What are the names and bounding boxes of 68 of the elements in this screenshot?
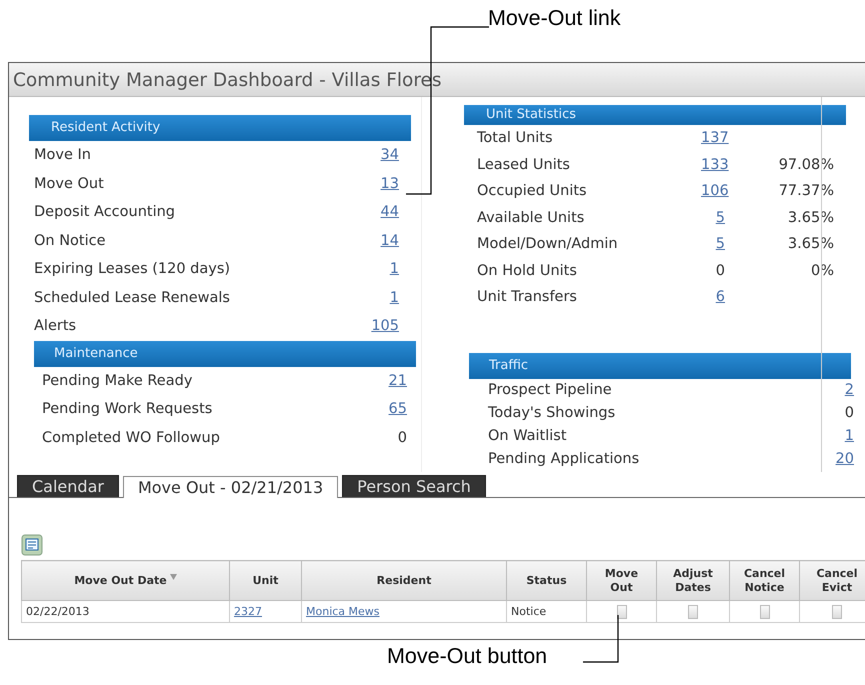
stat-label: Today's Showings (488, 405, 616, 421)
panel-header: Maintenance (34, 340, 416, 366)
count-link[interactable]: 137 (701, 130, 725, 146)
stat-label: Pending Make Ready (42, 372, 194, 389)
count-link[interactable]: 105 (371, 318, 399, 334)
stat-label: Occupied Units (476, 183, 588, 200)
stat-label: Move In (34, 147, 92, 164)
count-link[interactable]: 14 (375, 232, 399, 249)
column-header[interactable]: Adjust Dates (656, 560, 730, 600)
stat-label: Available Units (476, 210, 586, 226)
table-cell: 02/22/2013 (22, 600, 230, 622)
stat-label: Completed WO Followup (42, 430, 221, 446)
sort-icon (170, 574, 177, 580)
percent-value: 97.08% (778, 156, 834, 173)
stat-label: Move Out (34, 176, 105, 192)
column-header[interactable]: Move Out Date (22, 560, 230, 600)
count-link[interactable]: 34 (375, 147, 399, 164)
column-header[interactable]: Cancel Evict (800, 560, 865, 600)
panel-header: Resident Activity (29, 115, 411, 141)
stat-label: On Notice (34, 232, 107, 249)
count-link[interactable]: 20 (830, 451, 854, 467)
stat-label: Total Units (476, 130, 554, 146)
count-link[interactable]: 2 (830, 382, 854, 398)
stat-label: Unit Transfers (476, 289, 578, 306)
column-header[interactable]: Status (506, 560, 586, 600)
count-link[interactable]: 1 (375, 290, 399, 306)
stat-label: Prospect Pipeline (488, 382, 613, 398)
panel-header: Traffic (469, 352, 851, 378)
percent-value: 77.37% (778, 183, 834, 200)
percent-value: 0% (810, 262, 834, 279)
column-header[interactable]: Resident (302, 560, 506, 600)
row-action-button[interactable] (616, 604, 626, 618)
spreadsheet-icon[interactable] (21, 534, 43, 556)
stat-label: Deposit Accounting (34, 204, 176, 220)
column-header[interactable]: Cancel Notice (730, 560, 800, 600)
count-value: 0 (396, 430, 407, 446)
stat-label: Leased Units (476, 156, 571, 173)
percent-value: 3.65% (788, 210, 834, 226)
table-cell: Notice (506, 600, 586, 622)
stat-label: Pending Applications (488, 451, 640, 467)
count-value: 0 (714, 262, 725, 279)
stat-label: Expiring Leases (120 days) (34, 261, 232, 278)
percent-value: 3.65% (788, 236, 834, 252)
stat-label: Model/Down/Admin (476, 236, 619, 252)
tab[interactable]: Person Search (342, 475, 486, 497)
stat-label: On Waitlist (488, 428, 568, 444)
tab[interactable]: Move Out - 02/21/2013 (122, 476, 338, 498)
tab[interactable]: Calendar (17, 475, 119, 497)
count-link[interactable]: 5 (701, 236, 725, 252)
count-link[interactable]: 44 (375, 204, 399, 220)
panel-header: Unit Statistics (464, 105, 846, 125)
count-value: 0 (844, 405, 854, 421)
count-link[interactable]: 1 (375, 261, 399, 278)
stat-label: Alerts (34, 318, 78, 334)
count-link[interactable]: 5 (701, 210, 725, 226)
count-link[interactable]: 6 (701, 289, 725, 306)
count-link[interactable]: 133 (701, 156, 725, 173)
count-link[interactable]: 1 (830, 428, 854, 444)
column-header[interactable]: Unit (230, 560, 302, 600)
callout-label: Move-Out link (488, 6, 621, 31)
column-header[interactable]: Move Out (586, 560, 656, 600)
stat-label: Pending Work Requests (42, 401, 214, 418)
callout-label: Move-Out button (387, 644, 548, 669)
stat-label: Scheduled Lease Renewals (34, 290, 231, 306)
count-link[interactable]: 13 (375, 176, 399, 192)
stat-label: On Hold Units (476, 262, 578, 279)
count-link[interactable]: 21 (383, 372, 407, 389)
count-link[interactable]: 65 (383, 401, 407, 418)
